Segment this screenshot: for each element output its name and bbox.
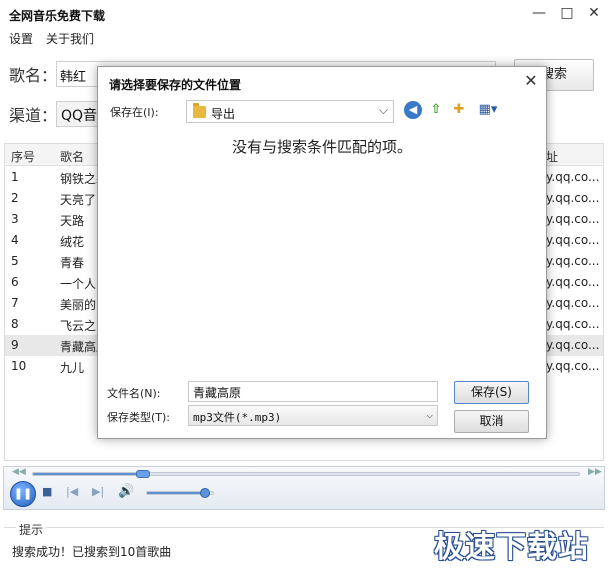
new-folder-icon[interactable]: ✚	[450, 101, 468, 119]
save-in-label: 保存在(I):	[110, 106, 159, 119]
filetype-value: mp3文件(*.mp3)	[193, 411, 282, 424]
chevron-down-icon: ⌵	[378, 103, 388, 117]
row-song-name: 飞云之	[60, 319, 97, 333]
volume-slider[interactable]	[146, 488, 214, 498]
empty-results-message: 没有与搜索条件匹配的项。	[231, 138, 412, 156]
row-url: y.qq.co...	[546, 170, 600, 184]
column-header-no[interactable]: 序号	[11, 148, 35, 165]
view-menu-icon[interactable]: ▦▾	[475, 101, 501, 119]
back-icon[interactable]: ◀	[404, 101, 422, 119]
row-number: 6	[11, 275, 19, 289]
row-number: 5	[11, 254, 19, 268]
previous-icon[interactable]: |◀	[66, 485, 78, 498]
row-url: y.qq.co...	[546, 233, 600, 247]
volume-handle[interactable]	[199, 488, 210, 498]
next-icon[interactable]: ▶|	[92, 485, 104, 498]
row-song-name: 天路	[60, 214, 85, 228]
row-song-name: 九儿	[60, 361, 85, 375]
row-url: y.qq.co...	[546, 359, 600, 373]
row-number: 9	[11, 338, 19, 352]
channel-label: 渠道：	[9, 106, 58, 125]
row-url: y.qq.co...	[546, 254, 600, 268]
column-header-url[interactable]: 址	[546, 148, 558, 165]
row-number: 10	[11, 359, 27, 373]
filetype-select[interactable]: mp3文件(*.mp3) ⌵	[188, 405, 438, 426]
song-label: 歌名：	[9, 66, 58, 85]
filetype-label: 保存类型(T):	[107, 411, 171, 424]
chevron-down-icon: ⌵	[426, 408, 433, 421]
seek-forward-icon[interactable]: ▶▶	[588, 467, 602, 477]
row-number: 8	[11, 317, 19, 331]
cancel-button[interactable]: 取消	[454, 410, 529, 433]
save-in-select[interactable]: 导出 ⌵	[186, 100, 394, 123]
up-folder-icon[interactable]: ⇧	[427, 101, 445, 119]
row-url: y.qq.co...	[546, 191, 600, 205]
filename-label: 文件名(N):	[107, 387, 161, 400]
row-number: 2	[11, 191, 19, 205]
row-url: y.qq.co...	[546, 338, 600, 352]
row-song-name: 青春	[60, 256, 85, 270]
menu-settings[interactable]: 设置	[9, 30, 33, 47]
save-button[interactable]: 保存(S)	[454, 381, 529, 404]
row-number: 3	[11, 212, 19, 226]
column-header-name[interactable]: 歌名	[60, 148, 84, 165]
folder-name: 导出	[211, 107, 236, 121]
title-bar: 全网音乐免费下载 — □ ✕	[0, 0, 609, 28]
row-url: y.qq.co...	[546, 212, 600, 226]
player-bar: ◀◀ ▶▶ ❚❚ ■ |◀ ▶| 🔊	[3, 466, 605, 510]
row-song-name: 天亮了	[60, 193, 97, 207]
row-song-name: 绒花	[60, 235, 85, 249]
close-button[interactable]: ✕	[584, 3, 604, 23]
row-url: y.qq.co...	[546, 296, 600, 310]
status-title: 提示	[16, 521, 47, 538]
speaker-icon[interactable]: 🔊	[118, 484, 134, 499]
save-dialog: 请选择要保存的文件位置 ✕ 保存在(I): 导出 ⌵ ◀ ⇧ ✚ ▦▾ 没有与搜…	[97, 66, 547, 439]
seek-back-icon[interactable]: ◀◀	[12, 467, 26, 477]
seek-handle[interactable]	[135, 470, 150, 478]
row-number: 7	[11, 296, 19, 310]
stop-icon[interactable]: ■	[42, 485, 52, 498]
seek-fill	[33, 473, 143, 475]
seek-slider[interactable]	[32, 470, 580, 478]
menu-about[interactable]: 关于我们	[46, 30, 94, 47]
row-number: 1	[11, 170, 19, 184]
volume-fill	[147, 492, 204, 494]
dialog-title: 请选择要保存的文件位置	[109, 78, 242, 92]
row-song-name: 一个人	[60, 277, 97, 291]
dialog-close-icon[interactable]: ✕	[522, 71, 540, 90]
minimize-button[interactable]: —	[529, 3, 549, 23]
pause-icon[interactable]: ❚❚	[10, 481, 36, 507]
watermark-logo: 极速下载站	[434, 530, 589, 565]
app-title: 全网音乐免费下载	[9, 9, 106, 23]
maximize-button[interactable]: □	[557, 3, 577, 23]
status-message: 搜索成功！已搜索到10首歌曲	[12, 545, 172, 559]
folder-icon	[193, 103, 206, 118]
row-song-name: 美丽的	[60, 298, 97, 312]
row-number: 4	[11, 233, 19, 247]
menu-bar: 设置 关于我们	[0, 28, 609, 48]
row-url: y.qq.co...	[546, 275, 600, 289]
filename-input[interactable]: 青藏高原	[188, 381, 438, 402]
row-url: y.qq.co...	[546, 317, 600, 331]
